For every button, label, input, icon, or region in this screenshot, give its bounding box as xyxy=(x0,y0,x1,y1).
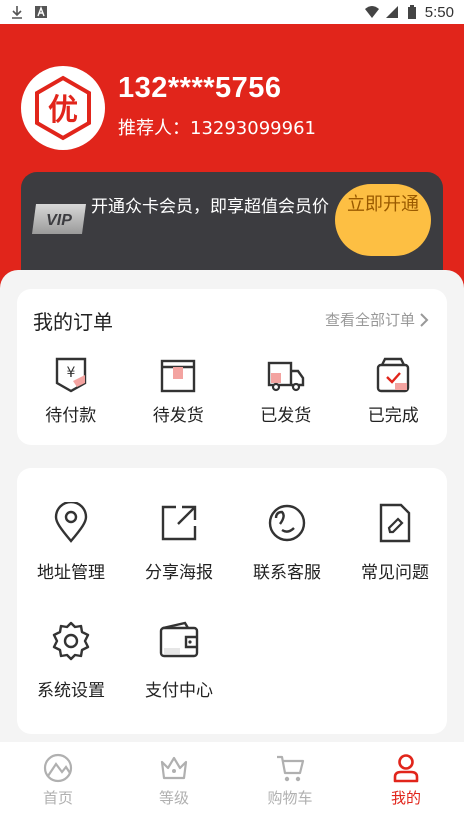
gear-icon xyxy=(52,621,90,661)
share-icon xyxy=(161,505,197,541)
tool-label: 地址管理 xyxy=(37,563,105,583)
tab-level[interactable]: 等级 xyxy=(116,742,232,824)
cart-icon xyxy=(277,755,305,782)
avatar[interactable]: 优 xyxy=(21,66,105,150)
wifi-icon xyxy=(364,6,379,18)
battery-icon xyxy=(407,5,416,19)
status-time: 5:50 xyxy=(424,3,454,21)
svg-text:¥: ¥ xyxy=(66,365,75,381)
tab-label: 我的 xyxy=(390,789,421,807)
home-icon xyxy=(43,753,73,783)
tool-label: 系统设置 xyxy=(37,681,105,701)
view-all-orders-link[interactable]: 查看全部订单 xyxy=(325,309,429,330)
orders-title: 我的订单 xyxy=(33,310,113,334)
my-orders-card: 我的订单 查看全部订单 ¥ 待付款 待发货 已发货 已完成 xyxy=(17,289,447,445)
services-card: 地址管理 分享海报 联系客服 常见问题 系统设置 支付中心 xyxy=(17,468,447,734)
vip-badge-icon: VIP xyxy=(32,204,86,234)
bottom-tab-bar: 首页 等级 购物车 我的 xyxy=(0,742,464,824)
wallet-payment-icon: ¥ xyxy=(55,357,86,393)
tab-label: 购物车 xyxy=(267,789,313,807)
system-settings[interactable]: 系统设置 xyxy=(17,620,125,701)
order-item-label: 待付款 xyxy=(45,406,97,426)
order-pending-payment[interactable]: ¥ 待付款 xyxy=(17,355,125,426)
order-shipped[interactable]: 已发货 xyxy=(232,355,340,426)
customer-service-icon xyxy=(268,504,306,542)
order-item-label: 已完成 xyxy=(367,406,419,426)
download-icon xyxy=(12,6,22,19)
package-box-icon xyxy=(161,359,196,393)
faq[interactable]: 常见问题 xyxy=(341,502,449,583)
order-item-label: 已发货 xyxy=(260,406,312,426)
vip-badge-text: VIP xyxy=(46,212,72,229)
user-icon xyxy=(393,754,419,783)
order-item-label: 待发货 xyxy=(152,406,204,426)
crown-icon xyxy=(160,756,188,780)
tab-cart[interactable]: 购物车 xyxy=(232,742,348,824)
share-poster[interactable]: 分享海报 xyxy=(125,502,233,583)
completed-bag-icon xyxy=(377,357,410,393)
avatar-text: 优 xyxy=(48,93,78,128)
vip-open-button[interactable]: 立即开通 xyxy=(335,184,431,256)
chevron-right-icon xyxy=(420,312,429,327)
tool-label: 联系客服 xyxy=(253,563,321,583)
tab-mine[interactable]: 我的 xyxy=(348,742,464,824)
avatar-logo-icon: 优 xyxy=(35,75,91,141)
tool-label: 常见问题 xyxy=(361,563,429,583)
vip-card[interactable]: VIP 开通众卡会员，即享超值会员价 立即开通 xyxy=(21,172,443,282)
tab-label: 等级 xyxy=(158,789,189,807)
location-pin-icon xyxy=(54,502,88,543)
tool-label: 支付中心 xyxy=(145,681,213,701)
wallet-icon xyxy=(159,621,199,658)
referrer-text: 推荐人：13293099961 xyxy=(118,118,316,139)
view-all-orders-label: 查看全部订单 xyxy=(324,311,415,329)
vip-promo-text: 开通众卡会员，即享超值会员价 xyxy=(91,197,329,217)
tab-home[interactable]: 首页 xyxy=(0,742,116,824)
order-completed[interactable]: 已完成 xyxy=(340,355,448,426)
address-management[interactable]: 地址管理 xyxy=(17,502,125,583)
signal-icon xyxy=(385,6,398,18)
tab-label: 首页 xyxy=(42,789,73,807)
order-pending-shipment[interactable]: 待发货 xyxy=(125,355,233,426)
status-bar: 5:50 xyxy=(0,0,464,24)
user-phone: 132****5756 xyxy=(118,72,282,104)
tool-label: 分享海报 xyxy=(145,563,213,583)
delivery-truck-icon xyxy=(267,361,304,392)
payment-center[interactable]: 支付中心 xyxy=(125,620,233,701)
profile-header: 优 132****5756 推荐人：13293099961 VIP 开通众卡会员… xyxy=(0,24,464,294)
document-edit-icon xyxy=(379,503,411,543)
notification-a-icon xyxy=(35,6,47,18)
contact-customer-service[interactable]: 联系客服 xyxy=(233,502,341,583)
